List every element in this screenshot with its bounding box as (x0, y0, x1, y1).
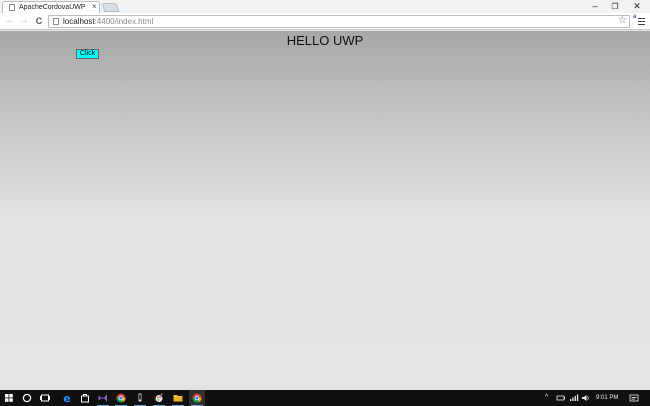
chrome-active-icon[interactable] (189, 390, 205, 406)
click-button[interactable]: Click (76, 49, 99, 59)
battery-icon[interactable] (556, 390, 566, 406)
phone-app-icon[interactable] (132, 390, 148, 406)
reload-button[interactable]: C (33, 14, 45, 28)
file-explorer-icon[interactable] (170, 390, 186, 406)
page-heading: HELLO UWP (286, 33, 364, 48)
tray-chevron-icon[interactable]: ^ (545, 390, 548, 406)
address-path: :4400/index.html (94, 17, 154, 26)
address-url[interactable]: localhost:4400/index.html (63, 17, 153, 27)
clock[interactable]: 9:01 PM (596, 390, 618, 406)
tab-title: ApacheCordovaUWP (19, 4, 86, 11)
windows-start-icon[interactable] (1, 390, 17, 406)
address-host: localhost (63, 17, 95, 26)
tab-close-icon[interactable]: × (92, 2, 97, 12)
action-center-icon[interactable] (629, 390, 639, 406)
cortana-search-icon[interactable] (19, 390, 35, 406)
back-button[interactable]: ← (4, 14, 16, 28)
browser-toolbar: ← → C localhost:4400/index.html ☆ a (0, 13, 650, 30)
address-bar[interactable]: localhost:4400/index.html ☆ (48, 15, 630, 28)
task-view-icon[interactable] (37, 390, 53, 406)
browser-tab[interactable]: ApacheCordovaUWP × (2, 1, 100, 13)
taskbar: e ^ 9:01 PM (0, 390, 650, 406)
store-icon[interactable] (77, 390, 93, 406)
extension-icon[interactable]: a (633, 14, 636, 20)
new-tab-button[interactable] (101, 3, 120, 12)
paint-app-icon[interactable] (151, 390, 167, 406)
page-icon (53, 18, 59, 25)
forward-button[interactable]: → (18, 14, 30, 28)
network-icon[interactable] (569, 390, 579, 406)
chrome-icon[interactable] (113, 390, 129, 406)
visual-studio-icon[interactable] (95, 390, 111, 406)
close-window-button[interactable]: ✕ (626, 0, 648, 13)
page-icon (9, 4, 15, 11)
restore-button[interactable]: ❐ (604, 0, 626, 13)
page-viewport: HELLO UWP Click (0, 31, 650, 390)
minimize-button[interactable]: – (584, 0, 606, 13)
svg-text:e: e (63, 392, 70, 405)
menu-icon[interactable] (638, 18, 645, 25)
edge-icon[interactable]: e (59, 390, 75, 406)
volume-icon[interactable] (581, 390, 591, 406)
tab-strip: ApacheCordovaUWP × – ❐ ✕ (0, 0, 650, 13)
star-icon[interactable]: ☆ (618, 15, 627, 27)
